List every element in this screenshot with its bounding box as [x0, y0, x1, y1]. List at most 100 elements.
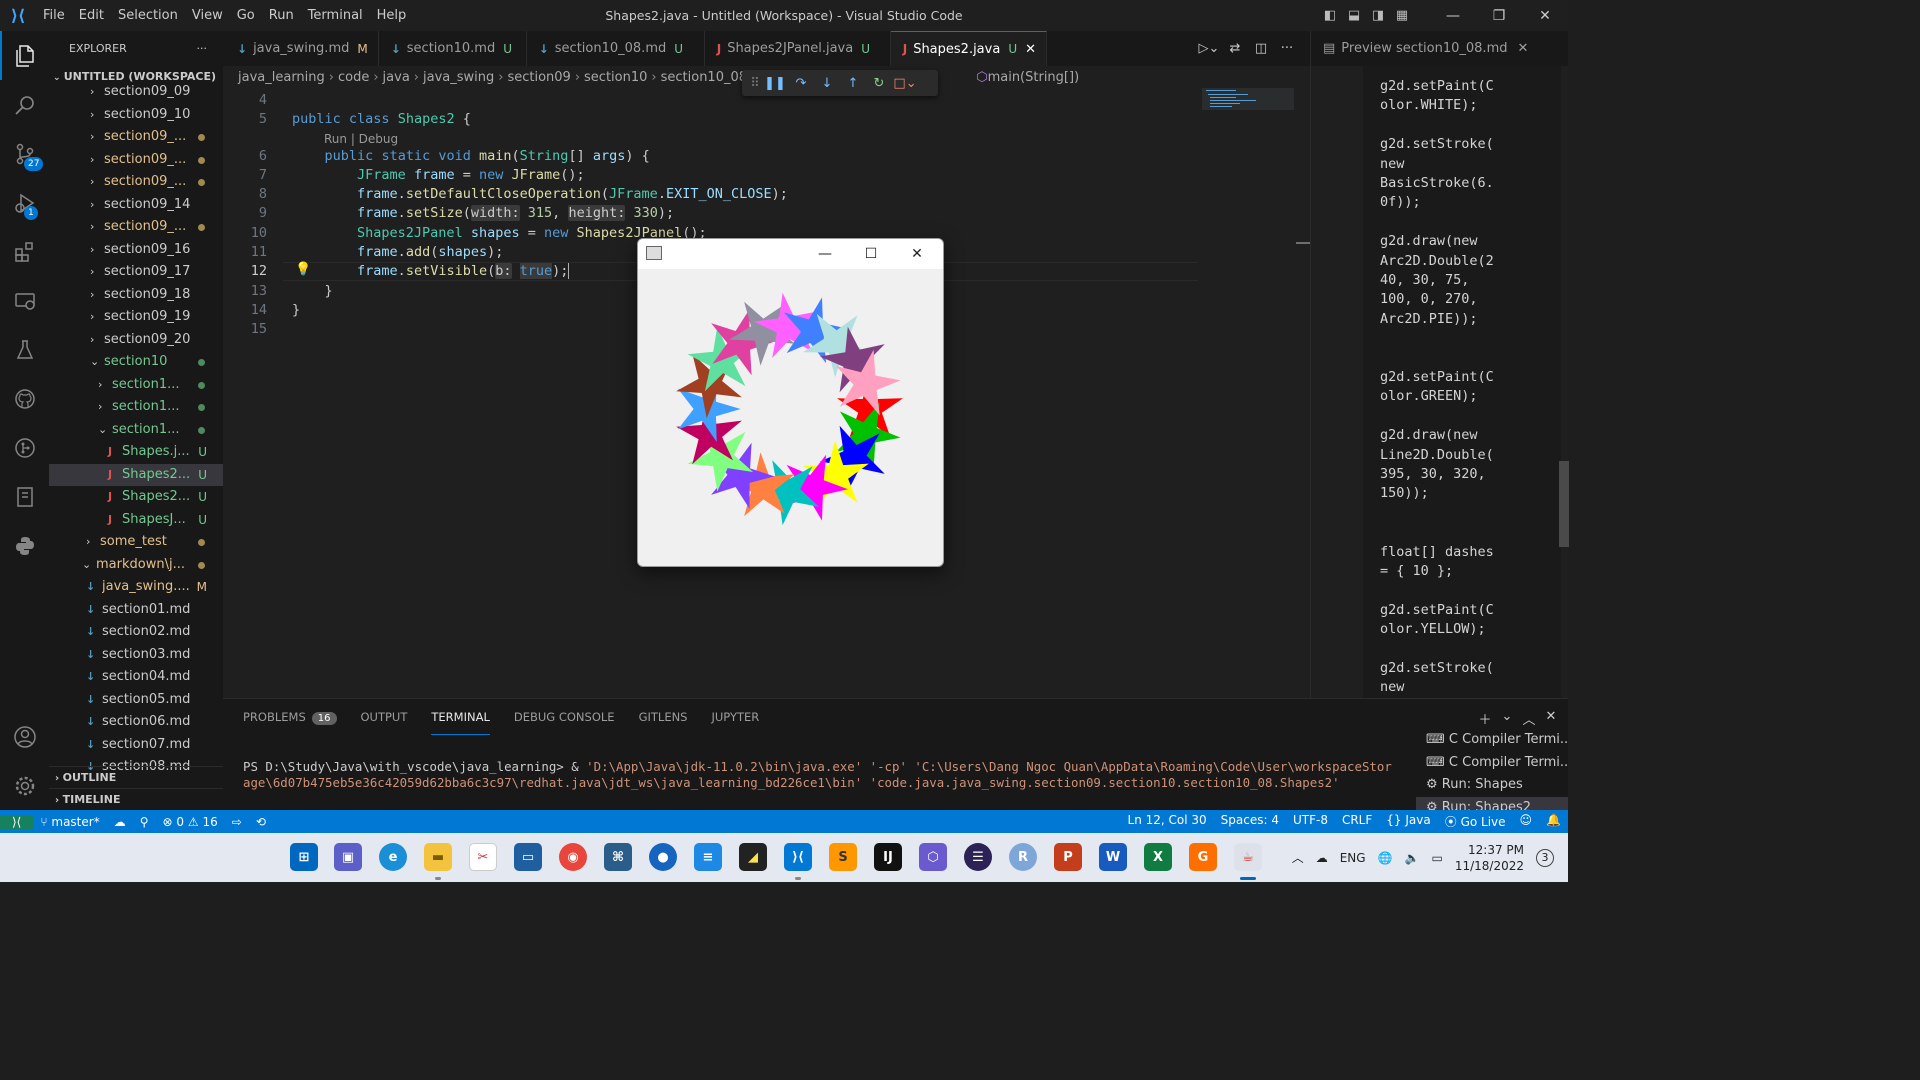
tree-item[interactable]: J Shapes2... U	[49, 463, 223, 486]
editor-tab[interactable]: J Shapes2.java U ✕	[890, 31, 1048, 66]
word-icon[interactable]: W	[1099, 843, 1127, 871]
new-terminal-icon[interactable]: ＋	[1474, 709, 1496, 728]
encoding[interactable]: UTF-8	[1286, 813, 1335, 830]
editor-tab[interactable]: ↓ java_swing.md M	[223, 31, 379, 66]
close-window-icon[interactable]: ✕	[1522, 8, 1568, 24]
pdf-app-icon[interactable]: G	[1189, 843, 1217, 871]
keyboard-language[interactable]: ENG	[1340, 851, 1366, 865]
java-close-icon[interactable]: ✕	[894, 239, 940, 269]
editor-tab[interactable]: ↓ section10_08.md U	[527, 31, 705, 66]
go-live[interactable]: ⦿ Go Live	[1438, 813, 1513, 830]
problems-item[interactable]: ⊗ 0 ⚠ 16	[156, 815, 225, 829]
menu-selection[interactable]: Selection	[111, 0, 185, 31]
panel-tab[interactable]: OUTPUT	[361, 699, 408, 735]
tree-item[interactable]: › section09_17	[49, 261, 223, 284]
breadcrumb-item[interactable]: section10	[584, 70, 647, 85]
sublime-text-icon[interactable]: S	[829, 843, 857, 871]
minimize-icon[interactable]: —	[1430, 8, 1476, 24]
stop-icon[interactable]: □⌄	[892, 76, 918, 91]
notepad-icon[interactable]: ≡	[694, 843, 722, 871]
breadcrumb-item[interactable]: code	[338, 70, 369, 85]
pause-icon[interactable]: ❚❚	[762, 76, 788, 91]
step-over-icon[interactable]: ↷	[788, 76, 814, 91]
toggle-panel-icon[interactable]: ⬓	[1342, 8, 1366, 23]
eclipse-icon[interactable]: ☰	[964, 843, 992, 871]
tree-item[interactable]: ↓ section04.md	[49, 666, 223, 689]
minimap[interactable]	[1202, 88, 1294, 698]
editor-tab[interactable]: J Shapes2JPanel.java U	[705, 31, 891, 66]
tree-item[interactable]: J ShapesJ... U	[49, 509, 223, 532]
tree-item[interactable]: J Shapes2... U	[49, 486, 223, 509]
network-icon[interactable]: 🌐	[1378, 851, 1393, 865]
terminal-instance[interactable]: ⌨ C Compiler Termi...	[1416, 752, 1568, 775]
menu-edit[interactable]: Edit	[72, 0, 111, 31]
powerpoint-icon[interactable]: P	[1054, 843, 1082, 871]
split-editor-icon[interactable]: ◫	[1248, 41, 1274, 56]
tree-item[interactable]: › section1...	[49, 374, 223, 397]
tree-item[interactable]: › section09_...	[49, 171, 223, 194]
maps-icon[interactable]: ●	[649, 843, 677, 871]
clock[interactable]: 12:37 PM 11/18/2022	[1455, 842, 1524, 874]
accounts-icon[interactable]	[0, 712, 49, 761]
tree-item[interactable]: › section09_18	[49, 284, 223, 307]
breadcrumb-item[interactable]: java_swing	[423, 70, 494, 85]
volume-icon[interactable]: 🔈	[1405, 851, 1420, 865]
tree-item[interactable]: › section1...	[49, 396, 223, 419]
menu-help[interactable]: Help	[370, 0, 414, 31]
tree-item[interactable]: ↓ section06.md	[49, 711, 223, 734]
intellij-icon[interactable]: IJ	[874, 843, 902, 871]
panel-tab[interactable]: JUPYTER	[711, 699, 759, 735]
terminal-instance[interactable]: ⌨ C Compiler Termi...	[1416, 729, 1568, 752]
settings-gear-icon[interactable]	[0, 761, 49, 810]
tray-overflow-icon[interactable]: ︿	[1292, 849, 1304, 866]
java-maximize-icon[interactable]: ☐	[848, 239, 894, 269]
maximize-panel-icon[interactable]: ︿	[1518, 709, 1540, 728]
github-icon[interactable]	[0, 374, 49, 423]
network-app-icon[interactable]: ⌘	[604, 843, 632, 871]
remote-icon[interactable]: ⟩⟨	[0, 814, 34, 829]
r-lang-icon[interactable]: R	[1009, 843, 1037, 871]
branch-item[interactable]: ⑂ master*	[33, 815, 106, 829]
tree-item[interactable]: ↓ section02.md	[49, 621, 223, 644]
restart-icon[interactable]: ↻	[866, 76, 892, 91]
toggle-secondary-sidebar-icon[interactable]: ◨	[1366, 8, 1390, 23]
python-icon[interactable]	[0, 521, 49, 570]
search-icon[interactable]	[0, 80, 49, 129]
tree-item[interactable]: ⌄ markdown\j...	[49, 554, 223, 577]
tree-item[interactable]: J Shapes.j... U	[49, 441, 223, 464]
breadcrumb-item[interactable]: java	[383, 70, 410, 85]
tree-item[interactable]: ↓ section07.md	[49, 734, 223, 757]
tab-close-icon[interactable]: ✕	[1025, 42, 1036, 57]
panel-tab[interactable]: TERMINAL	[431, 699, 490, 735]
tree-item[interactable]: ⌄ section1...	[49, 419, 223, 442]
tree-item[interactable]: › section09_09	[49, 81, 223, 104]
tree-item[interactable]: ↓ java_swing.... M	[49, 576, 223, 599]
battery-icon[interactable]: ▭	[1431, 851, 1442, 865]
tree-item[interactable]: › section09_...	[49, 216, 223, 239]
breadcrumb-item[interactable]: java_learning	[238, 70, 325, 85]
java-minimize-icon[interactable]: —	[802, 239, 848, 269]
git-graph-icon[interactable]: ⚲	[133, 815, 156, 829]
codelens-run-debug[interactable]: Run | Debug	[324, 132, 398, 146]
close-panel-icon[interactable]: ✕	[1540, 709, 1562, 728]
restore-icon[interactable]: ❐	[1476, 8, 1522, 24]
menu-terminal[interactable]: Terminal	[301, 0, 370, 31]
terminal-dropdown-icon[interactable]: ⌄	[1496, 709, 1518, 728]
file-explorer-icon[interactable]: ▬	[424, 843, 452, 871]
excel-icon[interactable]: X	[1144, 843, 1172, 871]
compare-icon[interactable]: ⇄	[1222, 41, 1248, 56]
tree-item[interactable]: › section09_...	[49, 126, 223, 149]
menu-file[interactable]: File	[36, 0, 72, 31]
run-file-icon[interactable]: ▷⌄	[1196, 41, 1222, 56]
onedrive-icon[interactable]: ☁	[1316, 851, 1328, 865]
menu-go[interactable]: Go	[230, 0, 262, 31]
edge-icon[interactable]: e	[379, 843, 407, 871]
editor-tab[interactable]: ↓ section10.md U	[379, 31, 527, 66]
source-control-icon[interactable]: 27	[0, 129, 49, 178]
outline-section[interactable]: › OUTLINE	[49, 766, 223, 788]
breadcrumb-item[interactable]: section10_08	[661, 70, 747, 85]
tree-item[interactable]: › section09_...	[49, 149, 223, 172]
java-app-taskbar-icon[interactable]: ☕	[1234, 843, 1262, 871]
breadcrumb-method[interactable]: main(String[])	[988, 70, 1080, 85]
testing-icon[interactable]	[0, 325, 49, 374]
